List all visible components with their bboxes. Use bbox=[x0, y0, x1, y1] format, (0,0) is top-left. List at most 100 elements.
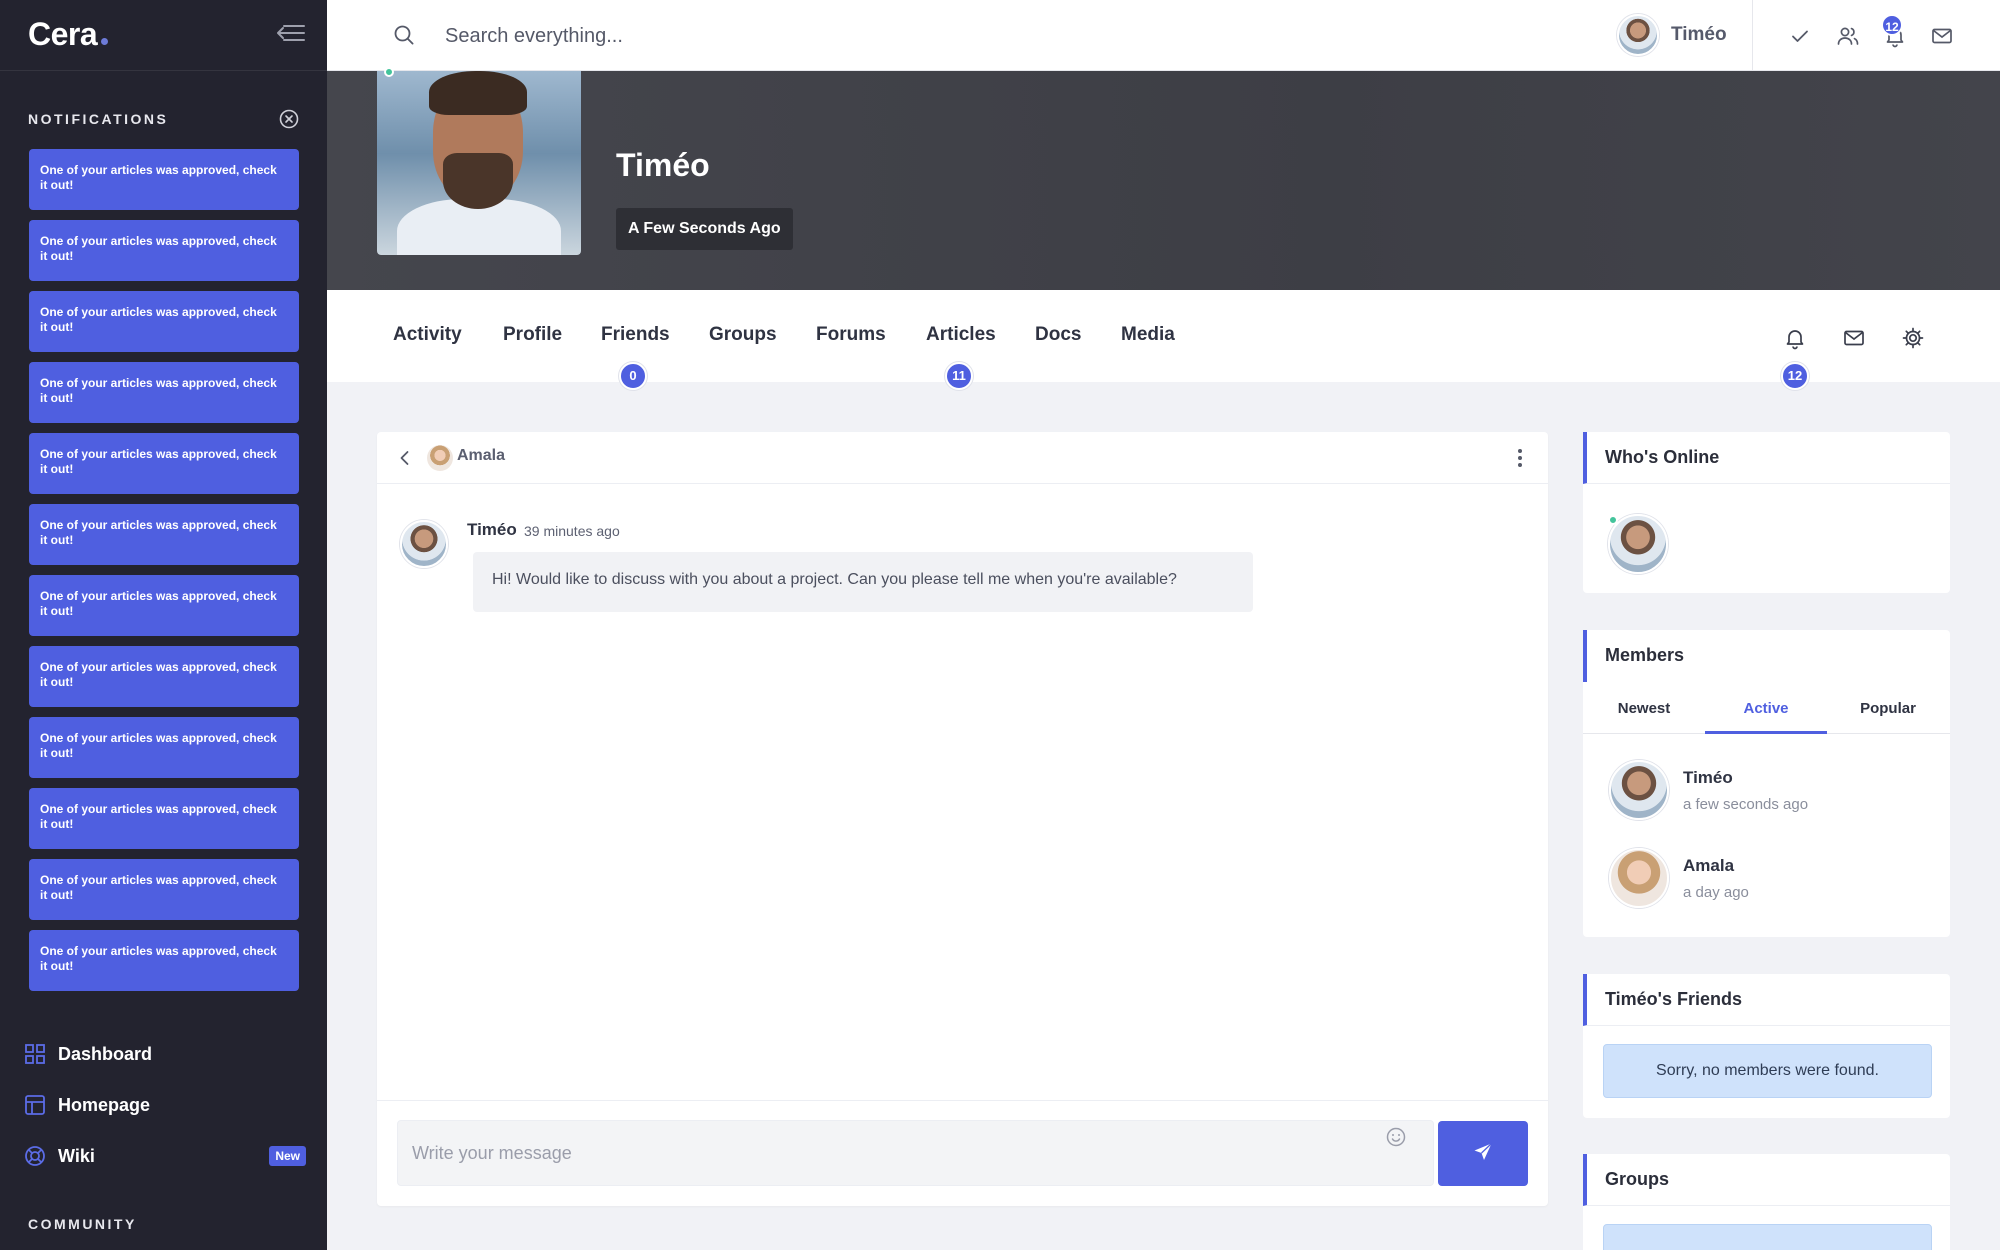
mail-icon[interactable] bbox=[1930, 24, 1954, 48]
tab-popular[interactable]: Popular bbox=[1827, 700, 1949, 717]
member-item[interactable]: Amala a day ago bbox=[1609, 848, 1749, 908]
photo-beard bbox=[443, 153, 513, 209]
user-name: Timéo bbox=[1671, 24, 1727, 45]
send-button[interactable] bbox=[1438, 1121, 1528, 1186]
send-icon bbox=[1474, 1143, 1492, 1160]
sidebar-item-label: Wiki bbox=[58, 1145, 95, 1166]
avatar bbox=[1609, 848, 1669, 908]
tab-notification-count-badge: 12 bbox=[1781, 362, 1809, 390]
message-author-avatar[interactable] bbox=[400, 520, 448, 568]
collapse-sidebar-icon[interactable] bbox=[276, 22, 306, 46]
sidebar-item-label: Dashboard bbox=[58, 1043, 153, 1064]
profile-tabs: Activity Profile Friends 0 Groups Forums… bbox=[327, 290, 2000, 390]
photo-hair bbox=[429, 71, 527, 115]
notification-count-badge: 12 bbox=[1881, 14, 1903, 36]
tab-media[interactable]: Media bbox=[1121, 324, 1175, 346]
close-notifications-icon[interactable] bbox=[278, 108, 300, 130]
notification-item[interactable]: One of your articles was approved, check… bbox=[29, 149, 299, 210]
tab-forums[interactable]: Forums bbox=[816, 324, 886, 346]
message-thread: Amala Timéo 39 minutes ago Hi! Would lik… bbox=[377, 432, 1548, 1206]
last-active-badge: A Few Seconds Ago bbox=[616, 208, 793, 250]
friends-count-badge: 0 bbox=[619, 362, 647, 390]
emoji-icon[interactable] bbox=[1385, 1126, 1407, 1148]
more-options-icon[interactable] bbox=[1509, 446, 1531, 470]
notification-item[interactable]: One of your articles was approved, check… bbox=[29, 788, 299, 849]
message-input[interactable] bbox=[397, 1120, 1434, 1186]
logo[interactable]: Cera bbox=[28, 16, 109, 53]
profile-name: Timéo bbox=[616, 147, 710, 183]
message-author[interactable]: Timéo bbox=[467, 520, 517, 540]
profile-photo[interactable] bbox=[377, 71, 581, 255]
articles-count-badge: 11 bbox=[945, 362, 973, 390]
notification-item[interactable]: One of your articles was approved, check… bbox=[29, 433, 299, 494]
tab-active[interactable]: Active bbox=[1705, 700, 1827, 717]
member-last-active: a few seconds ago bbox=[1683, 796, 1809, 813]
community-heading: COMMUNITY bbox=[28, 1216, 137, 1232]
topbar: Timéo 12 bbox=[327, 0, 2000, 71]
sidebar-item-dashboard[interactable]: Dashboard bbox=[24, 1038, 306, 1070]
online-status-dot bbox=[1608, 515, 1618, 525]
users-icon[interactable] bbox=[1836, 24, 1860, 48]
groups-widget: Groups bbox=[1583, 1154, 1950, 1250]
sidebar: Cera NOTIFICATIONS One of your articles … bbox=[0, 0, 327, 1250]
avatar bbox=[1617, 14, 1659, 56]
tab-activity[interactable]: Activity bbox=[393, 324, 462, 346]
notification-item[interactable]: One of your articles was approved, check… bbox=[29, 362, 299, 423]
member-name: Amala bbox=[1683, 856, 1735, 875]
online-status-dot bbox=[384, 67, 394, 77]
tab-profile[interactable]: Profile bbox=[503, 324, 562, 346]
notification-item[interactable]: One of your articles was approved, check… bbox=[29, 220, 299, 281]
profile-cover: Timéo A Few Seconds Ago bbox=[327, 67, 2000, 290]
notification-item[interactable]: One of your articles was approved, check… bbox=[29, 575, 299, 636]
mail-icon[interactable] bbox=[1842, 326, 1866, 350]
tab-docs[interactable]: Docs bbox=[1035, 324, 1081, 346]
bell-icon[interactable] bbox=[1783, 326, 1807, 350]
widget-title: Timéo's Friends bbox=[1583, 974, 1950, 1026]
message-time: 39 minutes ago bbox=[524, 523, 620, 539]
friends-widget: Timéo's Friends Sorry, no members were f… bbox=[1583, 974, 1950, 1118]
logo-text: Cera bbox=[28, 16, 98, 52]
members-tabs: Newest Active Popular bbox=[1583, 682, 1950, 734]
check-icon[interactable] bbox=[1788, 24, 1812, 48]
lifebuoy-icon bbox=[24, 1145, 46, 1167]
back-arrow-icon[interactable] bbox=[395, 447, 415, 469]
tab-articles[interactable]: Articles bbox=[926, 324, 996, 346]
user-menu[interactable]: Timéo bbox=[1617, 14, 1727, 56]
member-item[interactable]: Timéo a few seconds ago bbox=[1609, 760, 1808, 820]
sidebar-item-homepage[interactable]: Homepage bbox=[24, 1089, 306, 1121]
notifications-list: One of your articles was approved, check… bbox=[29, 149, 299, 1001]
search-input[interactable] bbox=[445, 18, 1045, 54]
thread-header: Amala bbox=[377, 432, 1548, 484]
message-bubble: Hi! Would like to discuss with you about… bbox=[473, 552, 1253, 612]
recipient-name: Amala bbox=[457, 447, 506, 464]
topbar-divider bbox=[1752, 0, 1753, 71]
sidebar-item-wiki[interactable]: Wiki New bbox=[24, 1140, 306, 1172]
avatar bbox=[1609, 760, 1669, 820]
empty-friends-notice: Sorry, no members were found. bbox=[1603, 1044, 1932, 1098]
notification-item[interactable]: One of your articles was approved, check… bbox=[29, 859, 299, 920]
tab-newest[interactable]: Newest bbox=[1583, 700, 1705, 717]
tab-groups[interactable]: Groups bbox=[709, 324, 777, 346]
gear-icon[interactable] bbox=[1901, 326, 1925, 350]
member-name: Timéo bbox=[1683, 768, 1733, 787]
widget-title: Members bbox=[1583, 630, 1950, 682]
widget-title: Who's Online bbox=[1583, 432, 1950, 484]
sidebar-item-label: Homepage bbox=[58, 1094, 151, 1115]
members-widget: Members Newest Active Popular Timéo a fe… bbox=[1583, 630, 1950, 937]
member-last-active: a day ago bbox=[1683, 884, 1749, 901]
whos-online-widget: Who's Online bbox=[1583, 432, 1950, 593]
tab-friends[interactable]: Friends bbox=[601, 324, 670, 346]
logo-dot bbox=[101, 38, 109, 45]
composer-divider bbox=[377, 1100, 1548, 1101]
notification-item[interactable]: One of your articles was approved, check… bbox=[29, 504, 299, 565]
notification-item[interactable]: One of your articles was approved, check… bbox=[29, 717, 299, 778]
notification-item[interactable]: One of your articles was approved, check… bbox=[29, 930, 299, 991]
new-badge: New bbox=[269, 1146, 306, 1166]
recipient-avatar bbox=[427, 445, 453, 471]
search-icon[interactable] bbox=[393, 24, 415, 46]
widget-title: Groups bbox=[1583, 1154, 1950, 1206]
sidebar-divider bbox=[0, 70, 327, 71]
notification-item[interactable]: One of your articles was approved, check… bbox=[29, 646, 299, 707]
layout-icon bbox=[24, 1094, 46, 1116]
notification-item[interactable]: One of your articles was approved, check… bbox=[29, 291, 299, 352]
